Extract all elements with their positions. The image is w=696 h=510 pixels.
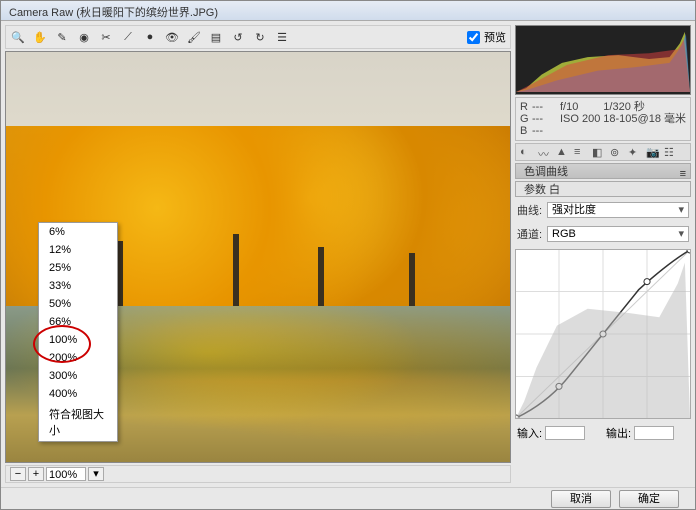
panel-menu-icon[interactable]: ≡ bbox=[680, 166, 686, 182]
zoom-200[interactable]: 200% bbox=[39, 349, 117, 367]
meta-g: --- bbox=[532, 113, 560, 125]
channel-row: 通道: RGB bbox=[515, 226, 691, 242]
footer: 取消 确定 bbox=[1, 487, 695, 509]
cancel-button[interactable]: 取消 bbox=[551, 490, 611, 508]
camera-raw-window: Camera Raw (秋日暖阳下的缤纷世界.JPG) 🔍 ✋ ✎ ◉ ✂ ⟋ … bbox=[0, 0, 696, 510]
tab-basic-icon[interactable]: ◐ bbox=[520, 146, 532, 158]
right-pane: RGB --- --- --- f/10 ISO 200 1/320 秒 18-… bbox=[515, 25, 691, 483]
output-field[interactable] bbox=[634, 426, 674, 440]
rotate-cw-icon[interactable]: ↻ bbox=[252, 29, 268, 45]
channel-select[interactable]: RGB bbox=[547, 226, 689, 242]
ok-button[interactable]: 确定 bbox=[619, 490, 679, 508]
zoom-300[interactable]: 300% bbox=[39, 367, 117, 385]
zoom-menu: 6% 12% 25% 33% 50% 66% 100% 200% 300% 40… bbox=[38, 222, 118, 442]
tone-curve-editor[interactable] bbox=[515, 249, 691, 419]
panel-header-main: 色调曲线 ≡ bbox=[515, 163, 691, 179]
zoom-100[interactable]: 100% bbox=[39, 331, 117, 349]
preview-toggle[interactable]: 预览 bbox=[467, 29, 506, 45]
zoom-12[interactable]: 12% bbox=[39, 241, 117, 259]
crop-tool-icon[interactable]: ✂ bbox=[98, 29, 114, 45]
meta-lens: 18-105@18 毫米 bbox=[603, 113, 686, 125]
zoom-tool-icon[interactable]: 🔍 bbox=[10, 29, 26, 45]
brush-icon[interactable]: 🖌 bbox=[186, 29, 202, 45]
spot-tool-icon[interactable]: ● bbox=[142, 29, 158, 45]
meta-iso: ISO 200 bbox=[560, 113, 600, 125]
rotate-ccw-icon[interactable]: ↺ bbox=[230, 29, 246, 45]
curve-row: 曲线: 强对比度 bbox=[515, 202, 691, 218]
tab-cal-icon[interactable]: 📷 bbox=[646, 146, 658, 158]
zoom-out-button[interactable]: − bbox=[10, 467, 26, 481]
output-label: 输出: bbox=[606, 425, 631, 441]
curve-select[interactable]: 强对比度 bbox=[547, 202, 689, 218]
tab-detail-icon[interactable]: ▲ bbox=[556, 146, 568, 158]
redeye-icon[interactable]: 👁 bbox=[164, 29, 180, 45]
channel-label: 通道: bbox=[517, 226, 543, 242]
tab-preset-icon[interactable]: ☷ bbox=[664, 146, 676, 158]
meta-r: --- bbox=[532, 101, 560, 113]
tab-lens-icon[interactable]: ⊚ bbox=[610, 146, 622, 158]
gradient-icon[interactable]: ▤ bbox=[208, 29, 224, 45]
input-label: 输入: bbox=[517, 425, 542, 441]
metadata-readout: RGB --- --- --- f/10 ISO 200 1/320 秒 18-… bbox=[515, 97, 691, 141]
toolbar: 🔍 ✋ ✎ ◉ ✂ ⟋ ● 👁 🖌 ▤ ↺ ↻ ☰ 预览 bbox=[5, 25, 511, 49]
zoom-66[interactable]: 66% bbox=[39, 313, 117, 331]
eyedropper-icon[interactable]: ✎ bbox=[54, 29, 70, 45]
bottom-bar: − + 100% ▾ bbox=[5, 465, 511, 483]
zoom-fit[interactable]: 符合视图大小 bbox=[39, 403, 117, 441]
zoom-dropdown-icon[interactable]: ▾ bbox=[88, 467, 104, 481]
meta-shutter: 1/320 秒 bbox=[603, 101, 686, 113]
hand-tool-icon[interactable]: ✋ bbox=[32, 29, 48, 45]
curve-label: 曲线: bbox=[517, 202, 543, 218]
zoom-value[interactable]: 100% bbox=[46, 467, 86, 481]
sampler-icon[interactable]: ◉ bbox=[76, 29, 92, 45]
titlebar: Camera Raw (秋日暖阳下的缤纷世界.JPG) bbox=[1, 1, 695, 21]
zoom-25[interactable]: 25% bbox=[39, 259, 117, 277]
zoom-33[interactable]: 33% bbox=[39, 277, 117, 295]
zoom-in-button[interactable]: + bbox=[28, 467, 44, 481]
zoom-400[interactable]: 400% bbox=[39, 385, 117, 403]
meta-b: --- bbox=[532, 125, 560, 137]
left-pane: 🔍 ✋ ✎ ◉ ✂ ⟋ ● 👁 🖌 ▤ ↺ ↻ ☰ 预览 bbox=[5, 25, 511, 483]
tab-fx-icon[interactable]: ✦ bbox=[628, 146, 640, 158]
tab-curve-icon[interactable]: 〰 bbox=[538, 146, 550, 158]
input-field[interactable] bbox=[545, 426, 585, 440]
tab-hsl-icon[interactable]: ≡ bbox=[574, 146, 586, 158]
zoom-6[interactable]: 6% bbox=[39, 223, 117, 241]
straighten-icon[interactable]: ⟋ bbox=[120, 29, 136, 45]
window-title: Camera Raw (秋日暖阳下的缤纷世界.JPG) bbox=[9, 7, 218, 19]
panel-tabs: ◐ 〰 ▲ ≡ ◧ ⊚ ✦ 📷 ☷ bbox=[515, 143, 691, 161]
zoom-50[interactable]: 50% bbox=[39, 295, 117, 313]
image-preview[interactable]: 6% 12% 25% 33% 50% 66% 100% 200% 300% 40… bbox=[5, 51, 511, 463]
tab-split-icon[interactable]: ◧ bbox=[592, 146, 604, 158]
content-area: 🔍 ✋ ✎ ◉ ✂ ⟋ ● 👁 🖌 ▤ ↺ ↻ ☰ 预览 bbox=[1, 21, 695, 487]
histogram bbox=[515, 25, 691, 95]
prefs-icon[interactable]: ☰ bbox=[274, 29, 290, 45]
preview-label: 预览 bbox=[484, 29, 506, 45]
io-row: 输入: 输出: bbox=[515, 423, 691, 443]
panel-header-sub[interactable]: 参数 白 bbox=[515, 181, 691, 197]
preview-checkbox[interactable] bbox=[467, 31, 480, 44]
meta-fstop: f/10 bbox=[560, 101, 600, 113]
